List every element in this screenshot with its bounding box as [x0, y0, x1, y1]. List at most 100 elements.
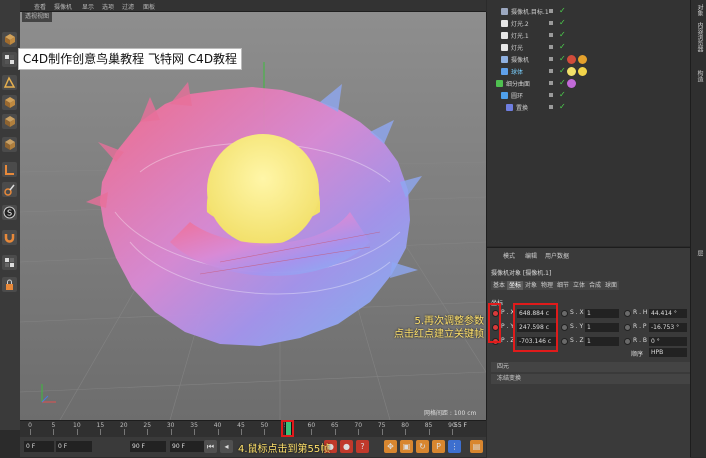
scale-value[interactable]: 1	[585, 309, 619, 318]
menu-options[interactable]: 选项	[102, 2, 114, 11]
cube-tool-icon[interactable]	[2, 32, 17, 47]
enabled-check-icon[interactable]: ✓	[559, 90, 566, 99]
scale-key-icon[interactable]: ▣	[400, 440, 413, 453]
attribute-tab[interactable]: 坐标	[507, 281, 524, 290]
keyframe-dot-scale-icon[interactable]	[561, 338, 568, 345]
min-frame-field[interactable]: 0 F	[56, 441, 92, 452]
menu-camera[interactable]: 摄像机	[54, 2, 72, 11]
keyframe-dot-rotation-icon[interactable]	[624, 324, 631, 331]
enabled-check-icon[interactable]: ✓	[559, 42, 566, 51]
lock-tool-icon[interactable]	[2, 277, 17, 292]
object-name: 圆环	[511, 93, 524, 100]
move-key-icon[interactable]: ✥	[384, 440, 397, 453]
visibility-dot-icon[interactable]	[549, 33, 553, 37]
attribute-tab[interactable]: 物理	[539, 281, 556, 290]
object-row[interactable]: 灯光.2 ✓	[487, 18, 690, 30]
material-tag-icon[interactable]	[567, 67, 576, 76]
keyframe-dot-scale-icon[interactable]	[561, 310, 568, 317]
object-row[interactable]: 摄像机.目标.1 ✓	[487, 6, 690, 18]
visibility-dot-icon[interactable]	[549, 21, 553, 25]
max-frame-field[interactable]: 90 F	[130, 441, 166, 452]
section-freeze-transform[interactable]: 冻结变换	[491, 374, 690, 384]
visibility-dot-icon[interactable]	[549, 9, 553, 13]
object-tool-icon[interactable]	[2, 95, 17, 110]
start-frame-field[interactable]: 0 F	[24, 441, 54, 452]
visibility-dot-icon[interactable]	[549, 57, 553, 61]
object-row[interactable]: 灯光.1 ✓	[487, 30, 690, 42]
viewport-tab[interactable]: 透视视图	[22, 12, 53, 22]
menu-view[interactable]: 查看	[34, 2, 46, 11]
target-tag-icon[interactable]	[578, 55, 587, 64]
step-back-icon[interactable]: ◂	[220, 440, 233, 453]
object-row[interactable]: 圆环 ✓	[487, 90, 690, 102]
workplane-tool-icon[interactable]	[2, 255, 17, 270]
point-tool-icon[interactable]	[2, 137, 17, 152]
rotation-value[interactable]: 44.414 °	[649, 309, 687, 318]
menu-filter[interactable]: 过滤	[122, 2, 134, 11]
visibility-dot-icon[interactable]	[549, 45, 553, 49]
keyframe-dot-rotation-icon[interactable]	[624, 338, 631, 345]
scale-value[interactable]: 1	[585, 323, 619, 332]
object-row[interactable]: 置换 ✓	[487, 102, 690, 114]
scale-value[interactable]: 1	[585, 337, 619, 346]
magnet-tool-icon[interactable]	[2, 230, 17, 245]
enabled-check-icon[interactable]: ✓	[559, 66, 566, 75]
section-quaternion[interactable]: 四元	[491, 362, 690, 372]
menu-edit[interactable]: 编辑	[525, 251, 537, 260]
visibility-dot-icon[interactable]	[549, 69, 553, 73]
rotate-key-icon[interactable]: ↻	[416, 440, 429, 453]
attribute-tab[interactable]: 基本	[491, 281, 508, 290]
protection-tag-icon[interactable]	[567, 55, 576, 64]
rotation-value[interactable]: -16.753 °	[649, 323, 687, 332]
keyframe-dot-rotation-icon[interactable]	[624, 310, 631, 317]
param-key-icon[interactable]: P	[432, 440, 445, 453]
object-row[interactable]: 灯光 ✓	[487, 42, 690, 54]
visibility-dot-icon[interactable]	[549, 105, 553, 109]
visibility-dot-icon[interactable]	[549, 81, 553, 85]
attribute-tab[interactable]: 对象	[523, 281, 540, 290]
keyframe-dots-highlight	[488, 303, 501, 343]
checker-tool-icon[interactable]	[2, 52, 17, 67]
end-frame-field[interactable]: 90 F	[170, 441, 206, 452]
axis-tool-icon[interactable]	[2, 162, 17, 177]
polygon-tool-icon[interactable]	[2, 75, 17, 90]
object-row[interactable]: 摄像机 ✓	[487, 54, 690, 66]
attribute-tab[interactable]: 立体	[571, 281, 588, 290]
tab-structure[interactable]: 构造	[694, 70, 704, 82]
enabled-check-icon[interactable]: ✓	[559, 30, 566, 39]
visibility-dot-icon[interactable]	[549, 93, 553, 97]
menu-mode[interactable]: 模式	[503, 251, 515, 260]
order-select[interactable]: HPB	[649, 348, 687, 357]
attribute-tab[interactable]: 球面	[603, 281, 620, 290]
menu-user-data[interactable]: 用户数据	[545, 251, 569, 260]
enabled-check-icon[interactable]: ✓	[559, 102, 566, 111]
perspective-viewport[interactable]	[20, 12, 487, 420]
object-row[interactable]: 球体 ✓	[487, 66, 690, 78]
key-help-icon[interactable]: ?	[356, 440, 369, 453]
object-row[interactable]: 细分曲面 ✓	[487, 78, 690, 90]
enabled-check-icon[interactable]: ✓	[559, 78, 566, 87]
menu-panel[interactable]: 面板	[143, 2, 155, 11]
timeline[interactable]: 051015202530354045505560657075808590 55 …	[20, 420, 486, 437]
rotation-value[interactable]: 0 °	[649, 337, 687, 346]
menu-display[interactable]: 显示	[82, 2, 94, 11]
tab-layers[interactable]: 层	[694, 250, 704, 256]
go-to-start-icon[interactable]: ⏮	[204, 440, 217, 453]
auto-key-icon[interactable]: ●	[340, 440, 353, 453]
edge-tool-icon[interactable]	[2, 114, 17, 129]
timeline-tick-line	[358, 429, 360, 435]
timeline-window-icon[interactable]: ▤	[470, 440, 483, 453]
texture-tool-icon[interactable]	[2, 182, 17, 197]
attribute-tab[interactable]: 细节	[555, 281, 572, 290]
pla-key-icon[interactable]: ⋮	[448, 440, 461, 453]
material-tag-icon[interactable]	[567, 79, 576, 88]
snap-tool-icon[interactable]: S	[2, 205, 17, 220]
enabled-check-icon[interactable]: ✓	[559, 6, 566, 15]
tab-content-browser[interactable]: 内容浏览器	[694, 22, 704, 52]
attribute-tab[interactable]: 合成	[587, 281, 604, 290]
enabled-check-icon[interactable]: ✓	[559, 54, 566, 63]
material-tag-icon[interactable]	[578, 67, 587, 76]
tab-objects[interactable]: 对象	[694, 4, 704, 16]
keyframe-dot-scale-icon[interactable]	[561, 324, 568, 331]
enabled-check-icon[interactable]: ✓	[559, 18, 566, 27]
